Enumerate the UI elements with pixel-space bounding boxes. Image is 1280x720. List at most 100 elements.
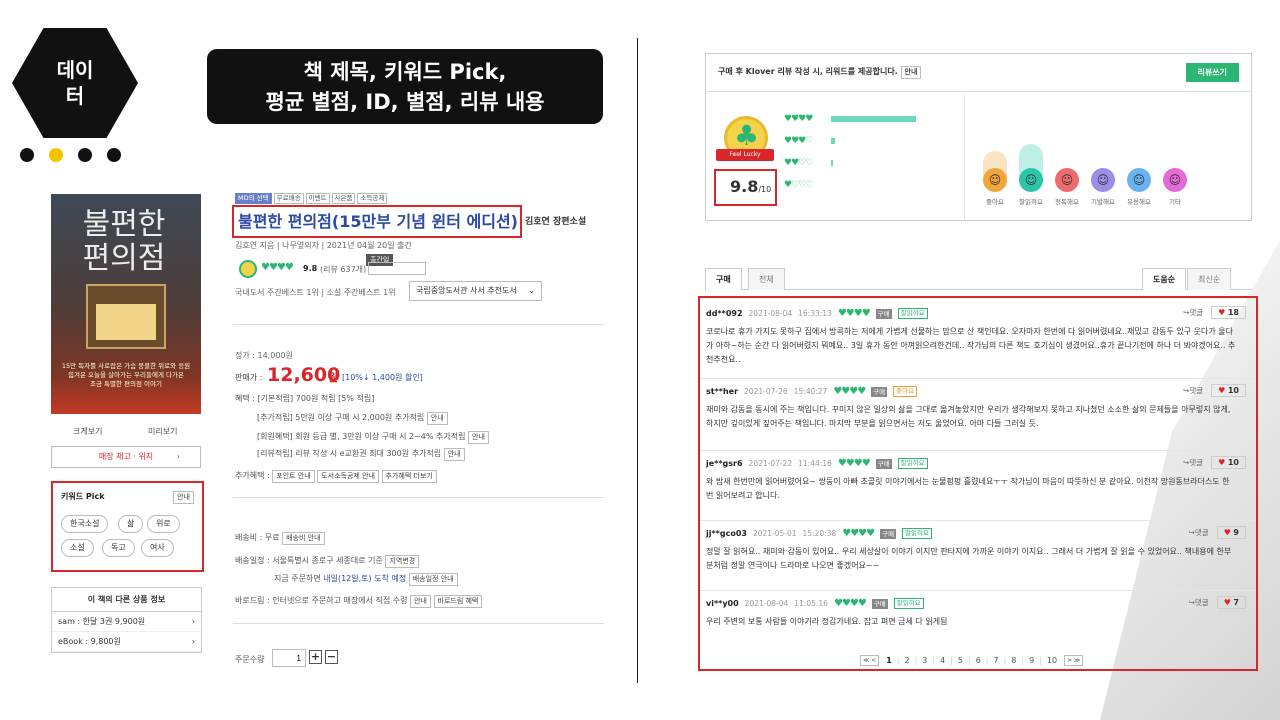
keyword-pill[interactable]: 독고 xyxy=(102,539,135,557)
quantity-input[interactable] xyxy=(272,649,306,667)
page-number[interactable]: 1 xyxy=(886,656,892,665)
emotion-item: ☺ 좋아요 xyxy=(979,168,1011,206)
plus-button[interactable]: + xyxy=(309,650,322,664)
emotion-label: 기발해요 xyxy=(1091,198,1115,206)
page-separator: | xyxy=(967,656,971,665)
distribution-bar xyxy=(831,138,835,144)
info-button[interactable]: 안내 xyxy=(426,412,448,425)
sort-helpful[interactable]: 도움순 xyxy=(1142,268,1187,290)
extra-label: 추가혜택 : xyxy=(235,471,270,480)
keyword-info-button[interactable]: 안내 xyxy=(173,491,194,504)
prev-page-button[interactable]: ≪ < xyxy=(860,655,880,666)
page-number[interactable]: 3 xyxy=(922,656,927,665)
page-number[interactable]: 4 xyxy=(940,656,945,665)
review-list: dd**092 2021-08-04 16:33:13 ♥♥♥♥ 구매 잘읽혀요 ↪댓글 ♥ … xyxy=(698,296,1258,671)
book-subtitle: 김호연 장편소설 xyxy=(525,217,587,227)
author-line[interactable]: 김호연 지음 | 나무옆의자 | 2021년 04월 20일 출간 xyxy=(235,240,412,251)
more-benefits-button[interactable]: 추가혜택 더보기 xyxy=(381,470,437,483)
page-separator: | xyxy=(1039,656,1042,665)
like-button[interactable]: ♥ 10 xyxy=(1211,456,1246,469)
review-item: vi**y00 2021-08-04 11:05:16 ♥♥♥♥ 구매 잘읽혀요 ↪댓글 ♥ … xyxy=(706,596,1246,629)
stock-location-button[interactable]: 매장 재고 · 위치 › xyxy=(51,446,201,468)
divider xyxy=(233,623,604,624)
like-button[interactable]: ♥ 9 xyxy=(1216,526,1246,539)
bestseller-line[interactable]: 국내도서 주간베스트 1위 | 소설 주간베스트 1위 xyxy=(235,287,396,298)
like-button[interactable]: ♥ 10 xyxy=(1211,384,1246,397)
reply-link[interactable]: ↪댓글 xyxy=(1183,457,1203,468)
reply-link[interactable]: ↪댓글 xyxy=(1183,385,1203,396)
keyword-pill[interactable]: 삶 xyxy=(118,515,144,533)
average-score-box: 9.8/10 xyxy=(714,169,777,206)
review-time: 15:40:27 xyxy=(793,387,828,396)
sort-latest[interactable]: 최신순 xyxy=(1187,268,1232,290)
book-cover-image[interactable]: 불편한 편의점 15만 독자를 사로잡은 가슴 뭉클한 위로와 응원 힘겨운 오… xyxy=(51,194,201,414)
emotion-item: ☺ 기타 xyxy=(1159,168,1191,206)
keyword-pill[interactable]: 위로 xyxy=(147,515,180,533)
tab-purchase[interactable]: 구매 xyxy=(705,268,742,290)
preview-link[interactable]: 미리보기 xyxy=(148,426,177,437)
review-hearts: ♥♥♥♥ xyxy=(833,598,867,609)
keyword-pill[interactable]: 여사 xyxy=(141,539,174,557)
review-time: 16:33:13 xyxy=(798,309,832,318)
review-body: 우리 주변의 보통 사람들 이야기라 정감가네요. 잡고 펴면 금세 다 읽게됨 xyxy=(706,617,948,626)
other-product-row[interactable]: eBook : 9,800원 › xyxy=(52,632,201,652)
region-change-button[interactable]: 지역변경 xyxy=(385,555,420,568)
quantity-label: 주문수량 xyxy=(235,655,265,664)
keyword-pill[interactable]: 소설 xyxy=(61,539,94,557)
arrival-date: 내일(12일,토) 도착 예정 xyxy=(323,574,407,583)
info-button[interactable]: 안내 xyxy=(443,448,465,461)
distribution-hearts: ♥♥♥♥ xyxy=(784,114,813,124)
like-button[interactable]: ♥ 18 xyxy=(1211,306,1246,319)
schedule-info-button[interactable]: 배송일정 안내 xyxy=(408,573,458,586)
slide-title-line2: 평균 별점, ID, 별점, 리뷰 내용 xyxy=(265,90,545,114)
klover-info-button[interactable]: 안내 xyxy=(900,66,922,79)
other-product-row[interactable]: sam : 한달 3권 9,900원 › xyxy=(52,612,201,632)
pagination: ≪ < 1 | 2 | 3 | 4 | 5 | 6 | 7 | 8 | 9 | 10 > ≫ xyxy=(860,655,1084,666)
reply-link[interactable]: ↪댓글 xyxy=(1189,597,1209,608)
page-number[interactable]: 10 xyxy=(1047,656,1057,665)
tag: 무료배송 xyxy=(273,193,304,204)
page-number[interactable]: 8 xyxy=(1011,656,1016,665)
page-number[interactable]: 6 xyxy=(976,656,981,665)
dot xyxy=(78,148,92,162)
benefit-line: [회원혜택] 회원 등급 별, 3만원 이상 구매 시 2~4% 추가적립 안내 xyxy=(257,431,489,444)
tax-info-button[interactable]: 도서소득공제 안내 xyxy=(317,470,379,483)
shipping-fee-button[interactable]: 배송비 안내 xyxy=(282,532,325,545)
review-count[interactable]: (리뷰 637개) xyxy=(320,264,366,275)
tab-all[interactable]: 전체 xyxy=(748,268,785,290)
page-number[interactable]: 2 xyxy=(905,656,910,665)
info-button[interactable]: 안내 xyxy=(468,431,489,444)
tooltip-target[interactable] xyxy=(368,262,426,275)
review-header: dd**092 2021-08-04 16:33:13 ♥♥♥♥ 구매 잘읽혀요 xyxy=(706,308,1238,319)
cover-title: 불편한 편의점 xyxy=(82,207,166,276)
review-body: 재미와 감동을 동시에 주는 책입니다. 꾸미지 않은 일상의 삶을 그대로 옮… xyxy=(706,405,1231,428)
view-large-link[interactable]: 크게보기 xyxy=(73,426,102,437)
reply-link[interactable]: ↪댓글 xyxy=(1189,527,1209,538)
review-actions: ↪댓글 ♥ 18 xyxy=(1183,306,1246,319)
page-number[interactable]: 9 xyxy=(1029,656,1034,665)
discount: [10%↓ 1,400원 할인] xyxy=(342,373,423,382)
tag: MD의 선택 xyxy=(235,193,272,204)
page-number[interactable]: 5 xyxy=(958,656,963,665)
info-button[interactable]: 안내 xyxy=(410,595,431,608)
minus-button[interactable]: − xyxy=(325,650,338,664)
recommend-select[interactable]: 국립중앙도서관 사서 추천도서 ⌄ xyxy=(409,281,542,301)
review-date: 2021-08-04 xyxy=(748,309,793,318)
reply-link[interactable]: ↪댓글 xyxy=(1183,307,1203,318)
next-page-button[interactable]: > ≫ xyxy=(1064,655,1084,666)
point-info-button[interactable]: 포인트 안내 xyxy=(272,470,315,483)
dot xyxy=(20,148,34,162)
review-actions: ↪댓글 ♥ 9 xyxy=(1189,526,1246,539)
barodrim-benefit-button[interactable]: 바로드림 혜택 xyxy=(433,595,483,608)
keyword-pill[interactable]: 한국소설 xyxy=(61,515,109,533)
distribution-hearts: ♥♥♥♡ xyxy=(784,136,813,146)
like-button[interactable]: ♥ 7 xyxy=(1216,596,1246,609)
page-numbers: 1 | 2 | 3 | 4 | 5 | 6 | 7 | 8 | 9 | 10 xyxy=(886,656,1057,665)
page-number[interactable]: 7 xyxy=(993,656,998,665)
write-review-button[interactable]: 리뷰쓰기 xyxy=(1185,63,1239,82)
chevron-down-icon: ⌄ xyxy=(528,286,535,295)
page-separator: | xyxy=(896,656,900,665)
emotion-item: ☺ 잘읽혀요 xyxy=(1015,168,1047,206)
chevron-right-icon: › xyxy=(176,452,180,461)
tag: 소득공제 xyxy=(357,193,388,204)
